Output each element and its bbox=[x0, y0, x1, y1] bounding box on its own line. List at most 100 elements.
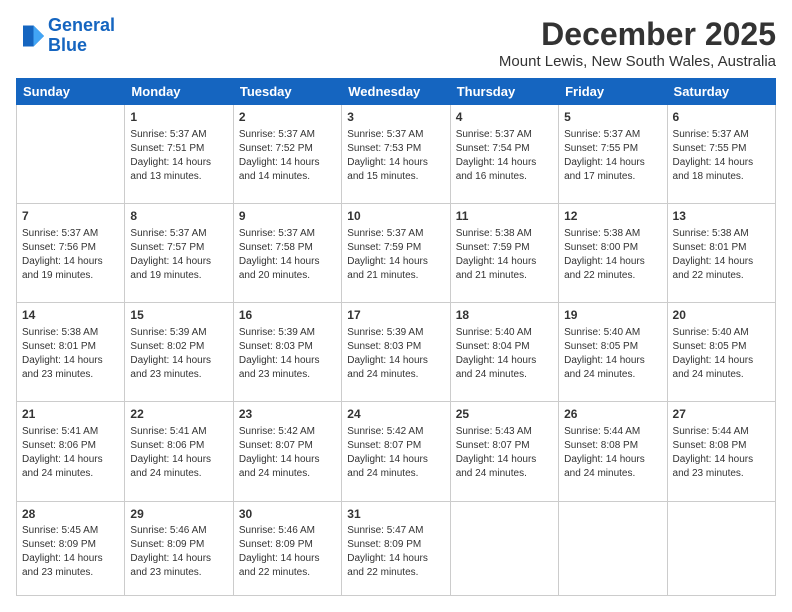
cell-info: Daylight: 14 hours bbox=[239, 255, 336, 269]
cell-info: Daylight: 14 hours bbox=[673, 453, 770, 467]
logo-text: General Blue bbox=[48, 16, 115, 56]
cell-info: Sunrise: 5:37 AM bbox=[239, 227, 336, 241]
weekday-header-friday: Friday bbox=[559, 79, 667, 105]
day-number: 28 bbox=[22, 506, 119, 523]
cell-info: Sunset: 8:00 PM bbox=[564, 241, 661, 255]
cell-info: Sunset: 8:08 PM bbox=[564, 439, 661, 453]
calendar-cell: 8Sunrise: 5:37 AMSunset: 7:57 PMDaylight… bbox=[125, 204, 233, 303]
calendar-cell: 3Sunrise: 5:37 AMSunset: 7:53 PMDaylight… bbox=[342, 105, 450, 204]
cell-info: and 18 minutes. bbox=[673, 170, 770, 184]
day-number: 22 bbox=[130, 406, 227, 423]
cell-info: and 22 minutes. bbox=[673, 269, 770, 283]
cell-info: and 17 minutes. bbox=[564, 170, 661, 184]
cell-info: Sunset: 8:03 PM bbox=[239, 340, 336, 354]
day-number: 13 bbox=[673, 208, 770, 225]
day-number: 1 bbox=[130, 109, 227, 126]
cell-info: Daylight: 14 hours bbox=[239, 354, 336, 368]
cell-info: and 24 minutes. bbox=[22, 467, 119, 481]
cell-info: Sunrise: 5:41 AM bbox=[22, 425, 119, 439]
calendar-cell: 31Sunrise: 5:47 AMSunset: 8:09 PMDayligh… bbox=[342, 501, 450, 595]
cell-info: Sunrise: 5:38 AM bbox=[564, 227, 661, 241]
weekday-header-row: SundayMondayTuesdayWednesdayThursdayFrid… bbox=[17, 79, 776, 105]
day-number: 8 bbox=[130, 208, 227, 225]
day-number: 19 bbox=[564, 307, 661, 324]
cell-info: Daylight: 14 hours bbox=[239, 156, 336, 170]
day-number: 21 bbox=[22, 406, 119, 423]
cell-info: Daylight: 14 hours bbox=[22, 453, 119, 467]
cell-info: Sunset: 7:58 PM bbox=[239, 241, 336, 255]
day-number: 3 bbox=[347, 109, 444, 126]
cell-info: Daylight: 14 hours bbox=[239, 453, 336, 467]
calendar-cell: 17Sunrise: 5:39 AMSunset: 8:03 PMDayligh… bbox=[342, 303, 450, 402]
cell-info: Sunrise: 5:40 AM bbox=[673, 326, 770, 340]
calendar-cell: 14Sunrise: 5:38 AMSunset: 8:01 PMDayligh… bbox=[17, 303, 125, 402]
day-number: 29 bbox=[130, 506, 227, 523]
calendar-week-4: 21Sunrise: 5:41 AMSunset: 8:06 PMDayligh… bbox=[17, 402, 776, 501]
calendar-cell: 15Sunrise: 5:39 AMSunset: 8:02 PMDayligh… bbox=[125, 303, 233, 402]
cell-info: Sunset: 7:59 PM bbox=[456, 241, 553, 255]
calendar-cell: 28Sunrise: 5:45 AMSunset: 8:09 PMDayligh… bbox=[17, 501, 125, 595]
cell-info: Sunrise: 5:37 AM bbox=[130, 128, 227, 142]
cell-info: and 23 minutes. bbox=[22, 368, 119, 382]
calendar-cell: 21 Sunrise: 5:41 AMSunset: 8:06 PMDayligh… bbox=[17, 402, 125, 501]
cell-info: Sunrise: 5:37 AM bbox=[347, 227, 444, 241]
cell-info: Daylight: 14 hours bbox=[130, 156, 227, 170]
cell-info: Sunset: 7:54 PM bbox=[456, 142, 553, 156]
cell-info: Daylight: 14 hours bbox=[564, 354, 661, 368]
cell-info: Sunset: 8:01 PM bbox=[22, 340, 119, 354]
cell-info: Sunrise: 5:45 AM bbox=[22, 524, 119, 538]
cell-info: Sunrise: 5:37 AM bbox=[673, 128, 770, 142]
header: General Blue December 2025 Mount Lewis, … bbox=[16, 16, 776, 70]
cell-info: Sunset: 8:09 PM bbox=[239, 538, 336, 552]
cell-info: and 24 minutes. bbox=[456, 467, 553, 481]
weekday-header-thursday: Thursday bbox=[450, 79, 558, 105]
calendar-cell: 2Sunrise: 5:37 AMSunset: 7:52 PMDaylight… bbox=[233, 105, 341, 204]
cell-info: Sunrise: 5:40 AM bbox=[564, 326, 661, 340]
cell-info: Sunset: 8:02 PM bbox=[130, 340, 227, 354]
cell-info: Daylight: 14 hours bbox=[456, 453, 553, 467]
day-number: 20 bbox=[673, 307, 770, 324]
cell-info: and 23 minutes. bbox=[22, 566, 119, 580]
cell-info: Daylight: 14 hours bbox=[22, 354, 119, 368]
cell-info: Sunset: 7:56 PM bbox=[22, 241, 119, 255]
cell-info: Daylight: 14 hours bbox=[130, 552, 227, 566]
calendar-cell: 6Sunrise: 5:37 AMSunset: 7:55 PMDaylight… bbox=[667, 105, 775, 204]
calendar-cell bbox=[450, 501, 558, 595]
calendar-cell: 9Sunrise: 5:37 AMSunset: 7:58 PMDaylight… bbox=[233, 204, 341, 303]
logo-line1: General bbox=[48, 15, 115, 35]
weekday-header-sunday: Sunday bbox=[17, 79, 125, 105]
cell-info: Sunrise: 5:37 AM bbox=[347, 128, 444, 142]
day-number: 18 bbox=[456, 307, 553, 324]
cell-info: Sunset: 8:06 PM bbox=[22, 439, 119, 453]
weekday-header-saturday: Saturday bbox=[667, 79, 775, 105]
cell-info: and 23 minutes. bbox=[239, 368, 336, 382]
cell-info: and 14 minutes. bbox=[239, 170, 336, 184]
cell-info: Daylight: 14 hours bbox=[564, 255, 661, 269]
cell-info: Sunrise: 5:37 AM bbox=[130, 227, 227, 241]
cell-info: Daylight: 14 hours bbox=[22, 255, 119, 269]
day-number: 4 bbox=[456, 109, 553, 126]
cell-info: and 20 minutes. bbox=[239, 269, 336, 283]
cell-info: Sunset: 7:55 PM bbox=[564, 142, 661, 156]
calendar-cell: 19Sunrise: 5:40 AMSunset: 8:05 PMDayligh… bbox=[559, 303, 667, 402]
cell-info: Sunset: 8:09 PM bbox=[22, 538, 119, 552]
cell-info: Daylight: 14 hours bbox=[456, 354, 553, 368]
cell-info: and 24 minutes. bbox=[130, 467, 227, 481]
cell-info: Sunset: 7:51 PM bbox=[130, 142, 227, 156]
cell-info: Sunset: 8:08 PM bbox=[673, 439, 770, 453]
calendar-cell: 12 Sunrise: 5:38 AMSunset: 8:00 PMDayligh… bbox=[559, 204, 667, 303]
cell-info: Sunset: 8:04 PM bbox=[456, 340, 553, 354]
cell-info: Sunrise: 5:44 AM bbox=[564, 425, 661, 439]
cell-info: and 22 minutes. bbox=[239, 566, 336, 580]
cell-info: Sunrise: 5:38 AM bbox=[456, 227, 553, 241]
cell-info: Daylight: 14 hours bbox=[130, 453, 227, 467]
cell-info: and 22 minutes. bbox=[564, 269, 661, 283]
day-number: 12 bbox=[564, 208, 661, 225]
calendar-week-5: 28Sunrise: 5:45 AMSunset: 8:09 PMDayligh… bbox=[17, 501, 776, 595]
calendar-week-1: 1Sunrise: 5:37 AMSunset: 7:51 PMDaylight… bbox=[17, 105, 776, 204]
calendar-cell: 13Sunrise: 5:38 AMSunset: 8:01 PMDayligh… bbox=[667, 204, 775, 303]
cell-info: Daylight: 14 hours bbox=[456, 156, 553, 170]
cell-info: and 19 minutes. bbox=[22, 269, 119, 283]
day-number: 23 bbox=[239, 406, 336, 423]
cell-info: and 21 minutes. bbox=[456, 269, 553, 283]
